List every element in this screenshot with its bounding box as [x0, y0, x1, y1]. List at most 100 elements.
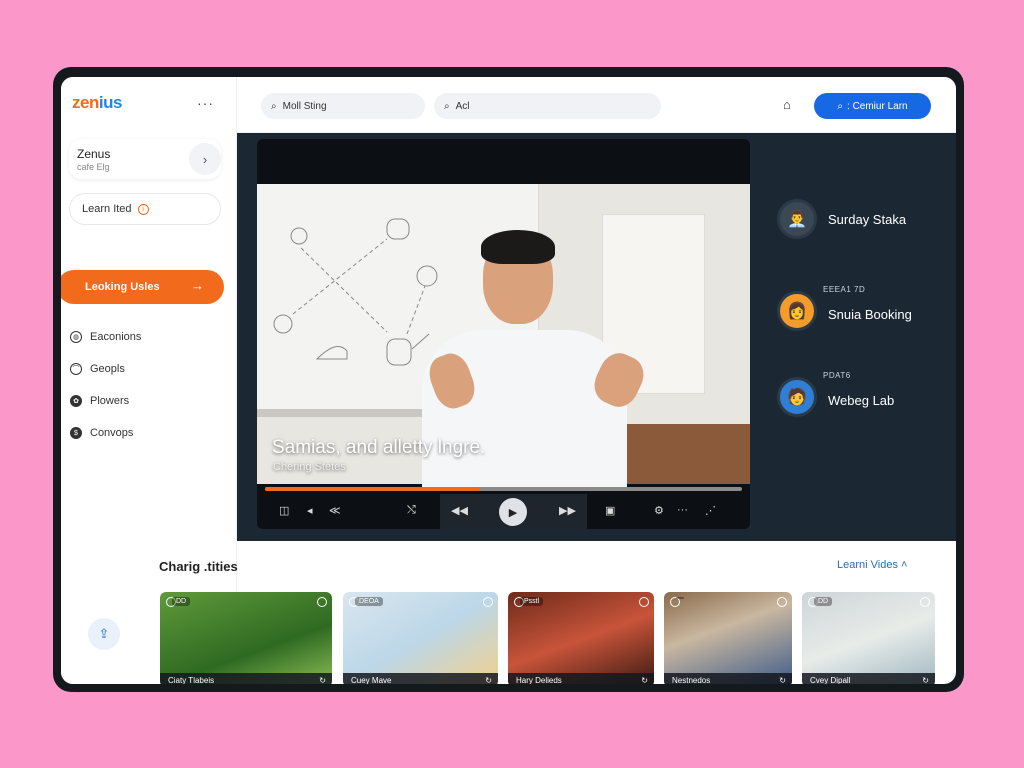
sidebar-nav: ◍ Eaconions ⌒ Geopls ✿ Plowers $ Convops: [70, 321, 230, 449]
people-icon: ⌒: [70, 363, 82, 375]
video-progress-fill: [265, 487, 480, 491]
device-frame: zenius ··· Zenus cafe Elg › Learn Ited i…: [53, 67, 964, 692]
learn-pill-label: Learn Ited: [82, 203, 132, 215]
checkbox-icon[interactable]: [639, 597, 649, 607]
play-button[interactable]: ▶: [499, 498, 527, 526]
thumbnail-label: Cvey Dipall: [810, 676, 851, 684]
sidebar-item-geopls[interactable]: ⌒ Geopls: [70, 353, 230, 385]
checkbox-icon[interactable]: [920, 597, 930, 607]
brand-logo[interactable]: zenius: [72, 93, 122, 113]
search-icon: ⌕: [444, 100, 450, 112]
topbar: ⌕ Moll Sting ⌕ Acl ⌂ ⌕ : Cemiur Larn: [237, 77, 956, 133]
avatar: 👩: [777, 291, 817, 331]
sidebar-item-label: Eaconions: [90, 331, 142, 343]
volume-icon[interactable]: ◂: [307, 504, 313, 517]
presenter-hair: [481, 230, 555, 264]
shuffle-icon[interactable]: ⤭: [407, 504, 416, 517]
share-icon[interactable]: ↻: [641, 676, 648, 684]
learn-pill[interactable]: Learn Ited i: [69, 193, 221, 225]
rewind-icon[interactable]: ◀◀: [451, 504, 468, 517]
profile-name: Zenus: [77, 147, 111, 161]
video-controls: ◫ ◂ ≪ ⤭ ◀◀ ▶ ▶▶ ▣ ⚙ ··· ⋰: [257, 494, 750, 529]
thumbnail-card[interactable]: Psstl Hary Delieds ↻: [508, 592, 654, 684]
chevron-right-icon[interactable]: ›: [189, 143, 221, 175]
speaker-item[interactable]: EEEA1 7D 👩 Snuia Booking: [777, 285, 947, 335]
thumbnail-bar: Cuey Mave ↻: [343, 673, 498, 684]
thumbnail-card[interactable]: DEOA Cuey Mave ↻: [343, 592, 498, 684]
thumbnail-tag: Psstl: [520, 597, 544, 606]
secondary-search-input[interactable]: ⌕ Acl: [434, 93, 661, 119]
speaker-name: Surday Staka: [828, 212, 907, 227]
thumbnail-tag: DEOA: [355, 597, 383, 606]
thumbnail-card[interactable]: DD Ciaty Tlabeis ↻: [160, 592, 332, 684]
share-icon[interactable]: ⋰: [705, 504, 716, 517]
thumbnail-tag: DD: [172, 597, 191, 606]
thumbnail-card[interactable]: DD Cvey Dipall ↻: [802, 592, 935, 684]
checkbox-icon[interactable]: [317, 597, 327, 607]
fast-forward-icon[interactable]: ▶▶: [559, 504, 576, 517]
speaker-item[interactable]: PDAT6 🧑 Webeg Lab: [777, 371, 947, 421]
rewind-small-icon[interactable]: ≪: [329, 504, 341, 517]
home-icon[interactable]: ⌂: [783, 97, 791, 112]
search-icon: ⌕: [837, 100, 844, 112]
share-icon[interactable]: ↻: [319, 676, 326, 684]
thumbnail-label: Ciaty Tlabeis: [168, 676, 215, 684]
app-window: zenius ··· Zenus cafe Elg › Learn Ited i…: [61, 77, 956, 684]
sidebar-item-label: Plowers: [90, 395, 130, 407]
top-action-button[interactable]: ⌕ : Cemiur Larn: [814, 93, 931, 119]
avatar: 👨‍💼: [777, 199, 817, 239]
thumbnail-bar: Cvey Dipall ↻: [802, 673, 935, 684]
section-link[interactable]: Learni Vides ˄: [837, 559, 907, 571]
section-title: Charig .tities: [159, 559, 238, 574]
speaker-item[interactable]: 👨‍💼 Surday Staka: [777, 199, 947, 249]
speaker-tag: EEEA1 7D: [823, 285, 866, 294]
speaker-name: Snuia Booking: [828, 307, 912, 322]
thumbnail-bar: Hary Delieds ↻: [508, 673, 654, 684]
thumbnail-label: Cuey Mave: [351, 676, 392, 684]
thumbnail-bar: Nestnedos ↻: [664, 673, 792, 684]
desk: [617, 424, 750, 484]
video-thumbnails: DD Ciaty Tlabeis ↻ DEOA Cuey Mave ↻ Psst…: [160, 592, 940, 684]
checkbox-icon[interactable]: [483, 597, 493, 607]
sidebar-item-label: Convops: [90, 427, 134, 439]
search-input[interactable]: ⌕ Moll Sting: [261, 93, 425, 119]
speaker-tag: PDAT6: [823, 371, 851, 380]
more-menu-icon[interactable]: ···: [197, 95, 214, 111]
top-button-label: : Cemiur Larn: [847, 100, 908, 112]
flower-icon: ✿: [70, 395, 82, 407]
search-text: Moll Sting: [282, 100, 327, 112]
share-icon[interactable]: ↻: [779, 676, 786, 684]
pause-icon[interactable]: ◫: [279, 504, 289, 517]
captions-icon[interactable]: ▣: [605, 504, 615, 517]
video-stage: Samias, and alletty lngre. Chering Stete…: [237, 133, 956, 541]
sidebar-item-plowers[interactable]: ✿ Plowers: [70, 385, 230, 417]
thumbnail-tag: DD: [814, 597, 833, 606]
primary-cta-button[interactable]: Leoking Usles →: [61, 270, 224, 304]
video-progress-bar[interactable]: [265, 487, 742, 491]
thumbnail-bar: Ciaty Tlabeis ↻: [160, 673, 332, 684]
checkbox-icon[interactable]: [777, 597, 787, 607]
thumbnail-card[interactable]: Nestnedos ↻: [664, 592, 792, 684]
more-options-icon[interactable]: ···: [677, 504, 688, 516]
video-caption-sub: Chering Stetes: [273, 461, 346, 473]
search-text: Acl: [455, 100, 470, 112]
search-icon: ⌕: [271, 100, 277, 112]
profile-subtitle: cafe Elg: [77, 162, 110, 172]
arrow-right-icon: →: [191, 278, 204, 293]
avatar: 🧑: [777, 377, 817, 417]
globe-icon: ◍: [70, 331, 82, 343]
sidebar-item-convops[interactable]: $ Convops: [70, 417, 230, 449]
share-icon[interactable]: ↻: [485, 676, 492, 684]
settings-icon[interactable]: ⚙: [654, 504, 664, 517]
cta-label: Leoking Usles: [85, 281, 160, 293]
dollar-icon: $: [70, 427, 82, 439]
upload-icon[interactable]: ⇪: [88, 618, 120, 650]
share-icon[interactable]: ↻: [922, 676, 929, 684]
sidebar-item-label: Geopls: [90, 363, 125, 375]
thumbnail-tag: [676, 597, 684, 599]
sidebar-item-eaconions[interactable]: ◍ Eaconions: [70, 321, 230, 353]
info-icon: i: [137, 203, 149, 215]
speaker-name: Webeg Lab: [828, 393, 895, 408]
chevron-up-icon: ˄: [901, 559, 908, 571]
video-player[interactable]: Samias, and alletty lngre. Chering Stete…: [257, 139, 750, 529]
